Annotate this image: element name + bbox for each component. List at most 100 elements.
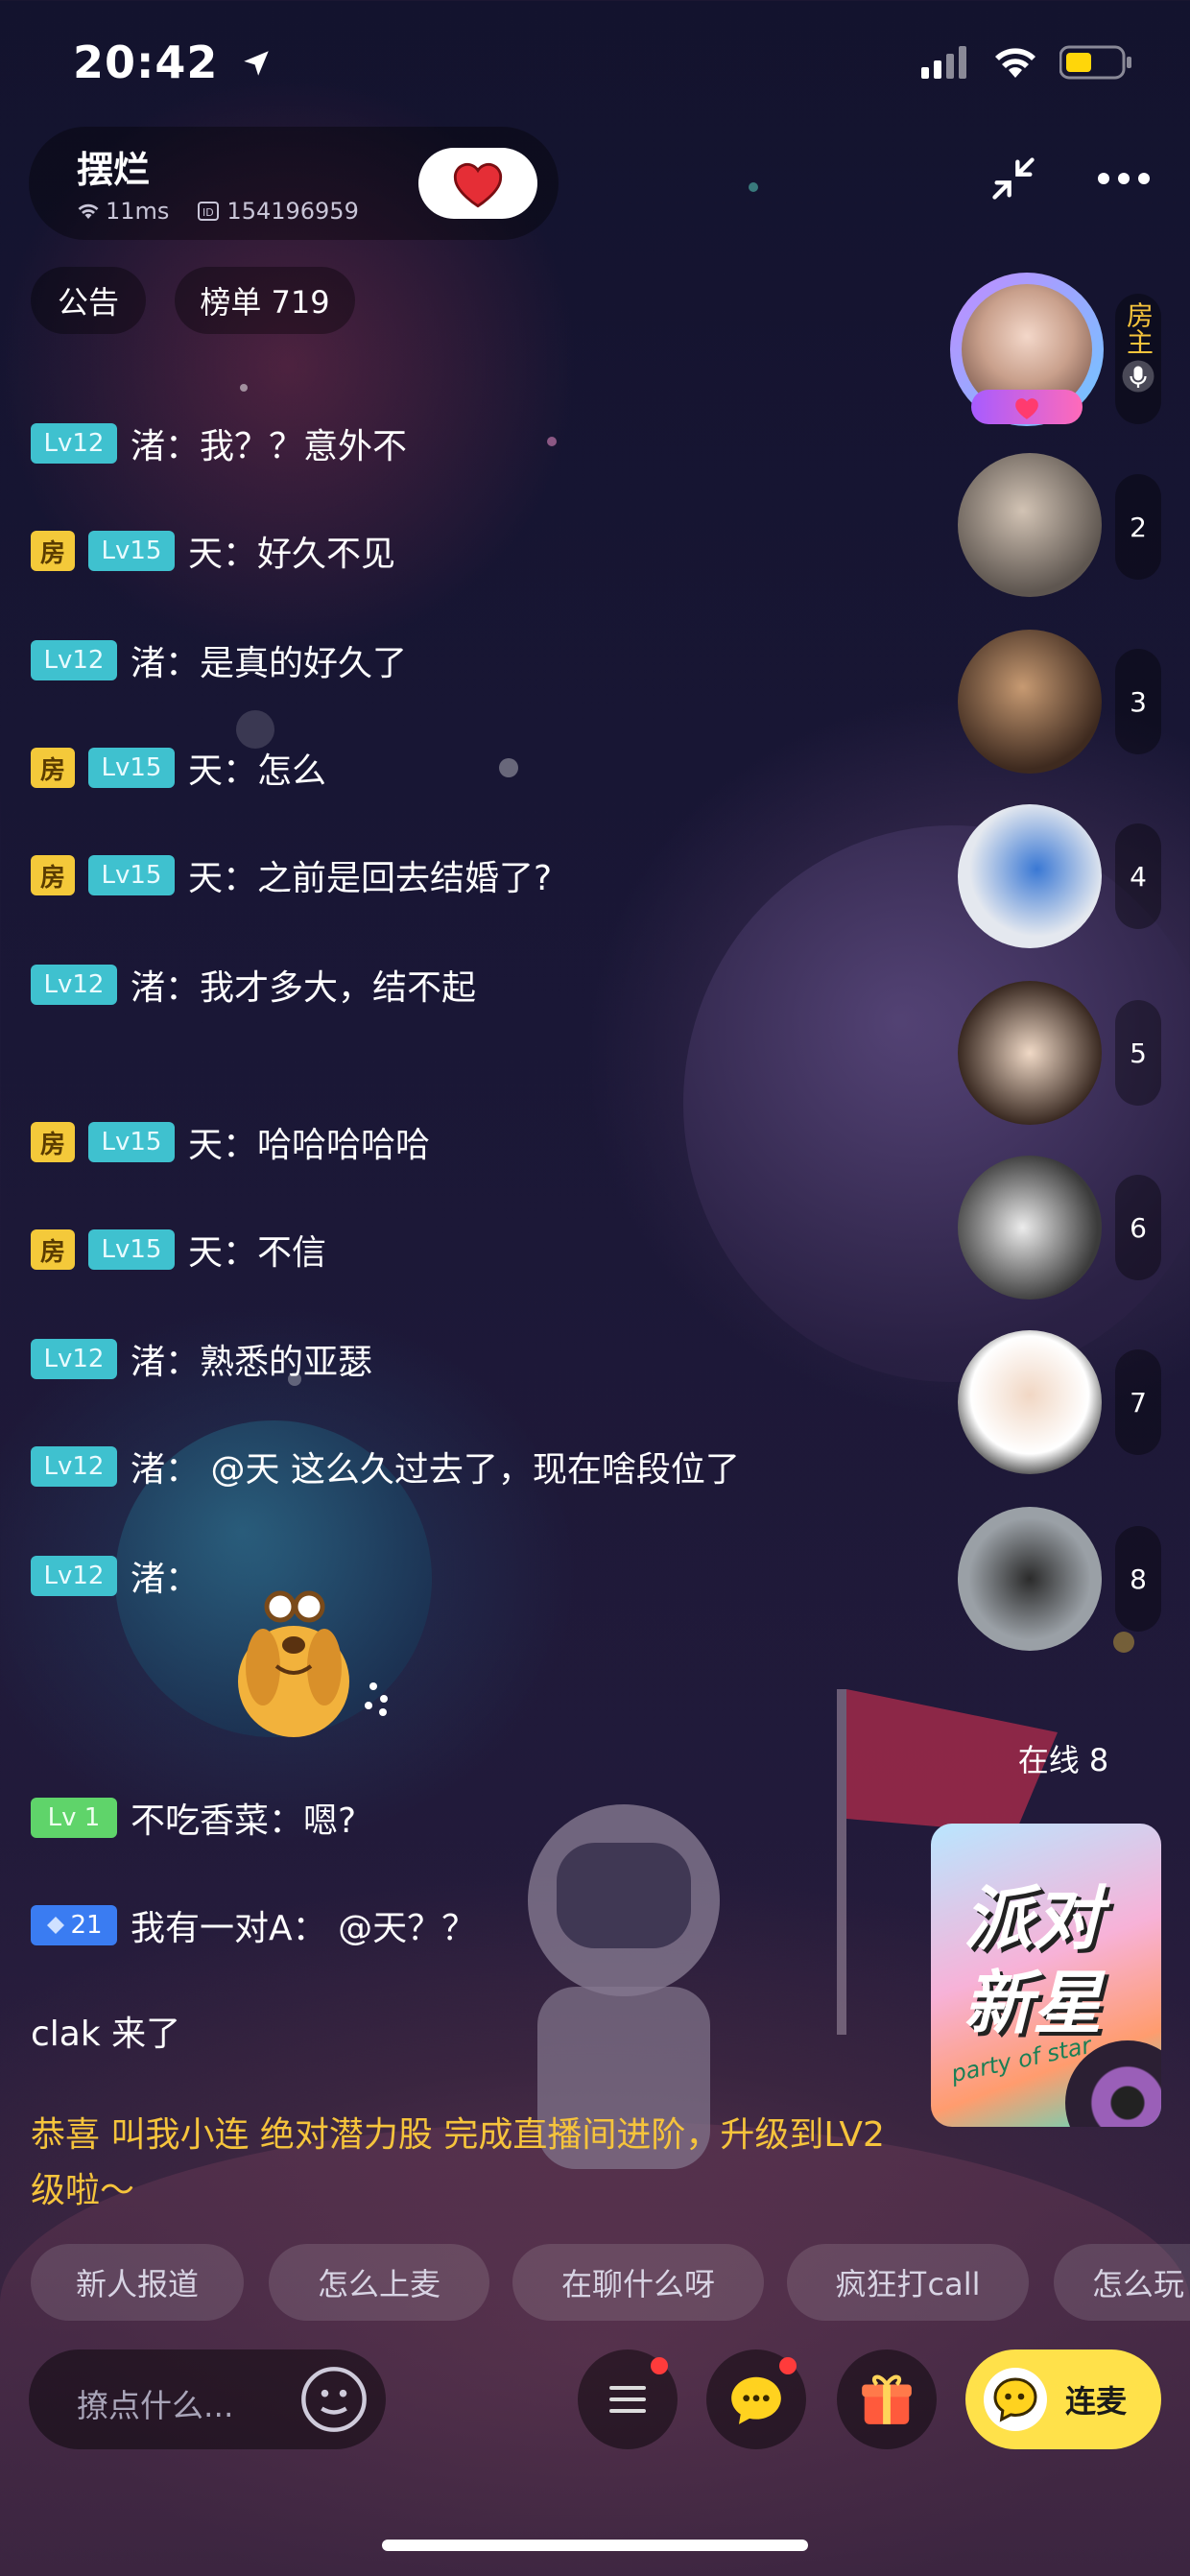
host-badge: 房 — [31, 1122, 75, 1162]
message-text: 天：怎么 — [188, 751, 327, 791]
host-badge: 房 — [31, 855, 75, 895]
seat-number: 7 — [1115, 1349, 1161, 1455]
connect-mic-icon — [984, 2368, 1047, 2431]
heart-icon — [453, 162, 503, 208]
id-card-icon: ID — [198, 202, 220, 221]
chat-message[interactable]: Lv12 渚： @天 这么久过去了，现在啥段位了 — [31, 1442, 740, 1491]
quick-reply-chip[interactable]: 怎么上麦 — [269, 2244, 489, 2321]
message-text: 天：之前是回去结婚了? — [188, 859, 553, 898]
seat-avatar-4[interactable] — [958, 804, 1102, 948]
level-badge: Lv12 — [31, 423, 117, 464]
message-text: 渚：熟悉的亚瑟 — [131, 1343, 373, 1382]
host-badge: 房 — [31, 748, 75, 788]
chat-message[interactable]: Lv12 渚：我才多大，结不起 — [31, 960, 476, 1010]
chat-message[interactable]: 房 Lv15 天：哈哈哈哈哈 — [31, 1117, 430, 1167]
congrats-message: 恭喜 叫我小连 绝对潜力股 完成直播间进阶，升级到LV2级啦～ — [31, 2115, 885, 2210]
latency: 11ms — [77, 198, 169, 225]
quick-reply-chip[interactable]: 新人报道 — [31, 2244, 244, 2321]
host-badge: 房 — [31, 1229, 75, 1270]
level-badge: Lv15 — [88, 531, 175, 571]
host-seat[interactable] — [950, 273, 1104, 436]
party-star-promo-card[interactable]: 派对 新星 party of star — [931, 1824, 1161, 2127]
quick-reply-chip[interactable]: 怎么玩 — [1054, 2244, 1190, 2321]
host-badge: 房 — [31, 531, 75, 571]
emoji-button[interactable] — [298, 2363, 370, 2440]
quick-reply-chip[interactable]: 在聊什么呀 — [512, 2244, 764, 2321]
level-badge: Lv15 — [88, 855, 175, 895]
connect-mic-label: 连麦 — [1065, 2383, 1128, 2420]
home-indicator[interactable] — [382, 2540, 808, 2551]
level-badge: Lv15 — [88, 1229, 175, 1270]
seat-avatar-7[interactable] — [958, 1330, 1102, 1474]
seat-avatar-5[interactable] — [958, 981, 1102, 1125]
quick-reply-chip[interactable]: 疯狂打call — [787, 2244, 1029, 2321]
menu-button[interactable] — [578, 2349, 678, 2449]
message-text: 渚：是真的好久了 — [131, 644, 408, 683]
chat-message[interactable]: 房 Lv15 天：之前是回去结婚了? — [31, 850, 552, 900]
chat-message[interactable]: Lv12 渚：我？？意外不 — [31, 418, 407, 468]
notification-dot — [651, 2357, 668, 2374]
seat-number: 2 — [1115, 474, 1161, 580]
chat-message[interactable]: 21 我有一对A： @天？？ — [31, 1900, 476, 1950]
svg-text:ID: ID — [202, 206, 214, 219]
room-id: ID 154196959 — [198, 198, 359, 225]
seat-avatar-3[interactable] — [958, 630, 1102, 774]
message-text: 天：好久不见 — [188, 535, 396, 574]
chat-message[interactable]: Lv12 渚：熟悉的亚瑟 — [31, 1334, 372, 1384]
message-text: 天：哈哈哈哈哈 — [188, 1126, 431, 1165]
seat-number: 6 — [1115, 1175, 1161, 1280]
notification-dot — [779, 2357, 797, 2374]
flag-decoration — [837, 1689, 846, 2035]
online-count[interactable]: 在线 8 — [969, 1726, 1157, 1791]
minimize-icon[interactable] — [988, 154, 1038, 203]
room-meta: 11ms ID 154196959 — [77, 198, 359, 225]
connect-mic-button[interactable]: 连麦 — [965, 2349, 1161, 2449]
chat-bubble-icon — [731, 2376, 781, 2424]
chat-message[interactable]: 房 Lv15 天：不信 — [31, 1225, 326, 1275]
level-badge: Lv12 — [31, 1556, 117, 1596]
message-button[interactable] — [706, 2349, 806, 2449]
battery-icon — [1059, 45, 1131, 80]
seat-avatar-2[interactable] — [958, 453, 1102, 597]
join-message: clak 来了 — [31, 2015, 181, 2054]
chat-message[interactable]: 房 Lv15 天：怎么 — [31, 743, 326, 793]
rank-chip[interactable]: 榜单 719 — [175, 267, 355, 334]
seat-number: 4 — [1115, 823, 1161, 929]
level-badge: Lv12 — [31, 1339, 117, 1379]
dog-sticker[interactable] — [234, 1586, 397, 1739]
message-text: 渚： @天 这么久过去了，现在啥段位了 — [131, 1450, 740, 1490]
level-badge: Lv12 — [31, 965, 117, 1005]
seat-number: 5 — [1115, 1000, 1161, 1106]
planet-decoration — [683, 825, 1190, 1382]
gift-button[interactable] — [837, 2349, 937, 2449]
chat-message[interactable]: 房 Lv15 天：好久不见 — [31, 526, 395, 576]
level-badge: Lv12 — [31, 1446, 117, 1487]
gift-icon — [862, 2374, 912, 2424]
chat-message[interactable]: Lv12 渚： — [31, 1551, 200, 1601]
level-badge: Lv12 — [31, 640, 117, 680]
level-badge: Lv 1 — [31, 1798, 117, 1838]
seat-avatar-6[interactable] — [958, 1156, 1102, 1300]
message-text: 渚： — [131, 1560, 201, 1599]
chat-input-placeholder[interactable]: 撩点什么... — [77, 2380, 233, 2426]
message-text: 渚：我？？意外不 — [131, 427, 408, 466]
heart-frame-icon — [1015, 398, 1038, 419]
follow-heart-button[interactable] — [418, 148, 537, 219]
host-label: 房主 — [1115, 294, 1161, 424]
seat-avatar-8[interactable] — [958, 1507, 1102, 1651]
message-text: 天：不信 — [188, 1233, 327, 1273]
cellular-signal-icon — [921, 46, 966, 79]
chat-message[interactable]: Lv 1 不吃香菜：嗯? — [31, 1793, 356, 1843]
message-text: 不吃香菜：嗯? — [131, 1801, 357, 1841]
wifi-small-icon — [78, 203, 99, 219]
top-actions — [988, 154, 1152, 203]
chat-message[interactable]: Lv12 渚：是真的好久了 — [31, 635, 407, 685]
emoji-icon — [301, 2367, 367, 2432]
status-time: 20:42 — [73, 36, 273, 88]
seat-number: 8 — [1115, 1526, 1161, 1632]
location-arrow-icon — [244, 51, 270, 76]
announcement-chip[interactable]: 公告 — [31, 267, 146, 334]
menu-icon — [609, 2386, 646, 2413]
more-icon[interactable] — [1096, 171, 1152, 186]
seat-number: 3 — [1115, 649, 1161, 754]
